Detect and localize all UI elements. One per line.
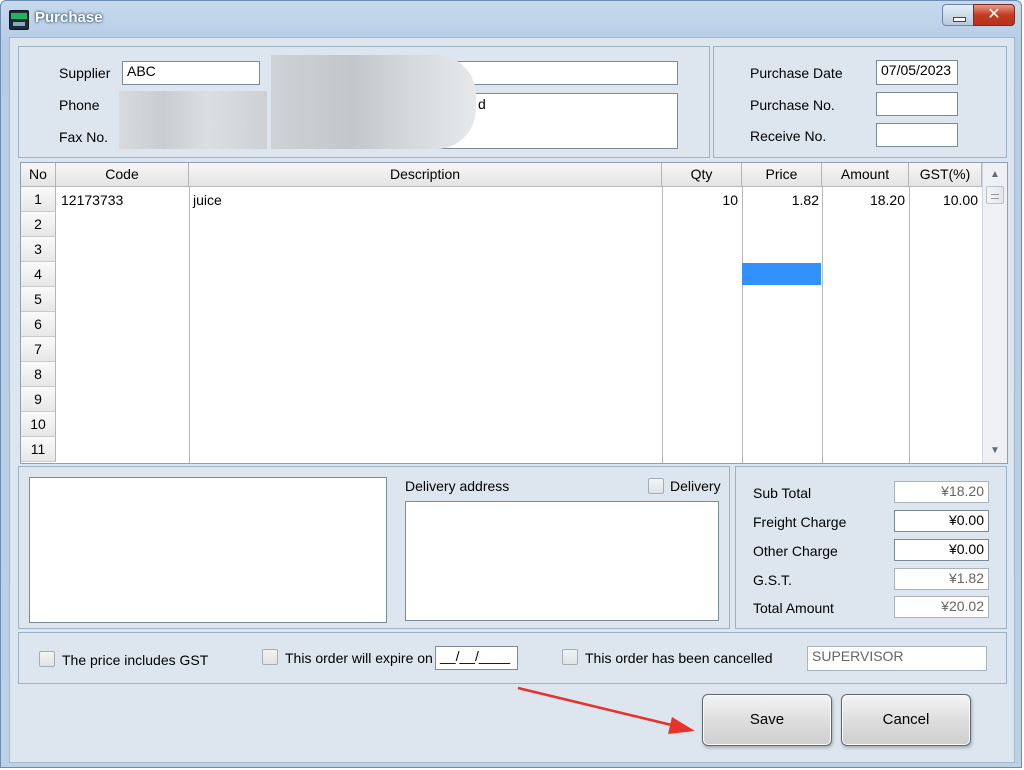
app-icon <box>9 10 29 30</box>
delivery-panel: Delivery address Delivery <box>18 466 730 629</box>
window-title: Purchase <box>35 9 103 26</box>
purchase-info-panel: Purchase Date 07/05/2023 Purchase No. Re… <box>713 46 1007 158</box>
scroll-up-arrow-icon[interactable]: ▲ <box>987 167 1003 183</box>
freight-charge-field[interactable]: ¥0.00 <box>894 510 989 532</box>
redacted-area <box>119 91 267 149</box>
totals-panel: Sub Total ¥18.20 Freight Charge ¥0.00 Ot… <box>735 466 1007 629</box>
column-divider <box>909 187 910 463</box>
selected-cell[interactable] <box>742 263 821 285</box>
row-number[interactable]: 6 <box>21 312 56 337</box>
total-amount-label: Total Amount <box>753 600 834 616</box>
supplier-panel: Supplier ABC Phone d Fax No. <box>18 46 710 158</box>
column-divider <box>822 187 823 463</box>
redacted-area <box>271 55 476 149</box>
gst-field: ¥1.82 <box>894 568 989 590</box>
save-button[interactable]: Save <box>702 694 832 746</box>
other-charge-label: Other Charge <box>753 543 838 559</box>
address-text: d <box>478 96 486 112</box>
cell-qty[interactable]: 10 <box>662 190 738 210</box>
receive-no-field[interactable] <box>876 123 958 147</box>
delivery-checkbox[interactable] <box>648 478 664 494</box>
close-button[interactable]: ✕ <box>973 4 1015 26</box>
user-field: SUPERVISOR <box>807 646 987 671</box>
supplier-code-field[interactable]: ABC <box>122 61 260 85</box>
cell-price[interactable]: 1.82 <box>742 190 819 210</box>
order-cancelled-label: This order has been cancelled <box>585 650 773 666</box>
line-items-grid[interactable]: No Code Description Qty Price Amount GST… <box>20 162 1008 464</box>
row-number[interactable]: 1 <box>21 187 56 212</box>
freight-charge-label: Freight Charge <box>753 514 847 530</box>
column-header-price[interactable]: Price <box>742 163 822 187</box>
delivery-address-field[interactable] <box>405 501 719 621</box>
column-header-no[interactable]: No <box>21 163 56 187</box>
purchase-window: Purchase ✕ Supplier ABC Phone d Fax No. … <box>0 0 1022 768</box>
column-divider <box>662 187 663 463</box>
expire-date-field[interactable]: __/__/____ <box>435 646 518 670</box>
order-expire-checkbox[interactable] <box>262 649 278 665</box>
row-number[interactable]: 5 <box>21 287 56 312</box>
row-number[interactable]: 8 <box>21 362 56 387</box>
column-header-amount[interactable]: Amount <box>822 163 909 187</box>
cell-description[interactable]: juice <box>193 190 658 210</box>
delivery-checkbox-label: Delivery <box>670 478 721 494</box>
cell-gst[interactable]: 10.00 <box>909 190 978 210</box>
row-number[interactable]: 11 <box>21 437 56 462</box>
title-bar: Purchase ✕ <box>1 1 1021 37</box>
order-cancelled-checkbox[interactable] <box>562 649 578 665</box>
subtotal-field: ¥18.20 <box>894 481 989 503</box>
order-expire-label: This order will expire on <box>285 650 433 666</box>
column-divider <box>742 187 743 463</box>
cell-code[interactable]: 12173733 <box>61 190 186 210</box>
order-options-panel: The price includes GST This order will e… <box>18 632 1007 684</box>
grid-scrollbar[interactable]: ▲ ▼ <box>982 163 1007 463</box>
price-includes-gst-label: The price includes GST <box>62 652 209 668</box>
total-amount-field: ¥20.02 <box>894 596 989 618</box>
purchase-date-field[interactable]: 07/05/2023 <box>876 60 958 85</box>
scroll-down-arrow-icon[interactable]: ▼ <box>987 443 1003 459</box>
row-number[interactable]: 3 <box>21 237 56 262</box>
purchase-no-field[interactable] <box>876 92 958 116</box>
fax-label: Fax No. <box>59 129 109 145</box>
notes-field[interactable] <box>29 477 387 623</box>
column-header-gst[interactable]: GST(%) <box>909 163 982 187</box>
row-number[interactable]: 2 <box>21 212 56 237</box>
other-charge-field[interactable]: ¥0.00 <box>894 539 989 561</box>
cancel-button[interactable]: Cancel <box>841 694 971 746</box>
subtotal-label: Sub Total <box>753 485 812 501</box>
gst-label: G.S.T. <box>753 572 792 588</box>
minimize-button[interactable] <box>942 4 974 26</box>
row-number[interactable]: 7 <box>21 337 56 362</box>
purchase-no-label: Purchase No. <box>750 97 835 113</box>
form-client-area: Supplier ABC Phone d Fax No. Purchase Da… <box>9 37 1015 763</box>
price-includes-gst-checkbox[interactable] <box>39 651 55 667</box>
receive-no-label: Receive No. <box>750 128 827 144</box>
supplier-label: Supplier <box>59 65 111 81</box>
phone-label: Phone <box>59 97 100 113</box>
purchase-date-label: Purchase Date <box>750 65 843 81</box>
scroll-thumb[interactable] <box>986 186 1004 204</box>
delivery-address-label: Delivery address <box>405 478 510 494</box>
column-header-code[interactable]: Code <box>56 163 189 187</box>
cell-amount[interactable]: 18.20 <box>822 190 905 210</box>
row-number[interactable]: 9 <box>21 387 56 412</box>
row-number[interactable]: 10 <box>21 412 56 437</box>
column-divider <box>189 187 190 463</box>
row-number[interactable]: 4 <box>21 262 56 287</box>
column-header-description[interactable]: Description <box>189 163 662 187</box>
column-header-qty[interactable]: Qty <box>662 163 742 187</box>
